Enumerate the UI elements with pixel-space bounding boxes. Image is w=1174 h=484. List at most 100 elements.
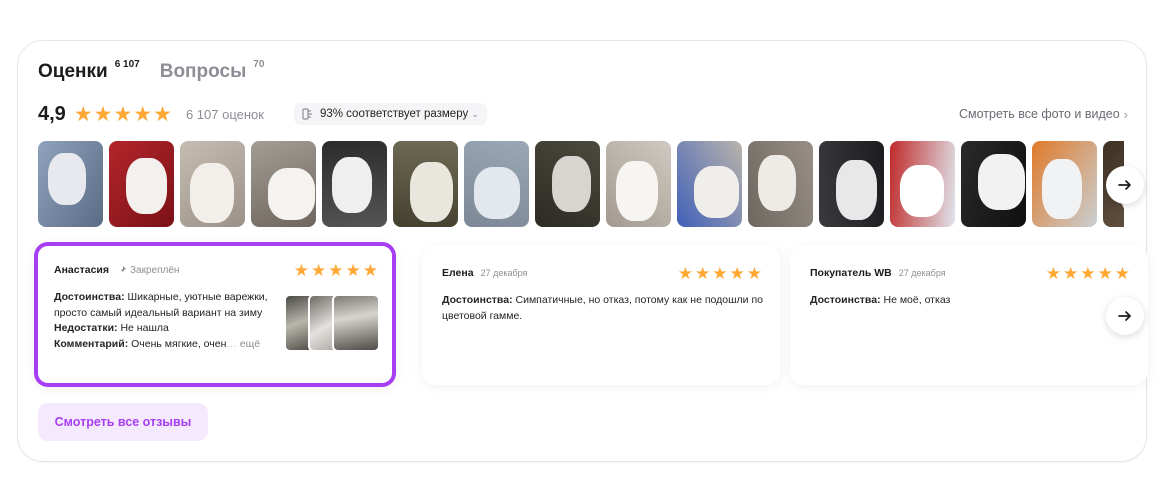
- photo-mitten-on-desk[interactable]: [535, 141, 600, 227]
- reviewer-name: Анастасия: [54, 264, 110, 276]
- comment-text: Очень мягкие, очен: [131, 337, 227, 350]
- review-date: 27 декабря: [480, 268, 528, 278]
- pros-text: Не моё, отказ: [883, 294, 951, 306]
- pinned-label: Закреплён: [130, 264, 180, 276]
- star-icon: ★: [1063, 263, 1079, 283]
- review-pros: Достоинства: Шикарные, уютные варежки, п…: [54, 290, 269, 321]
- review-header: Елена 27 декабря ★ ★ ★ ★ ★: [442, 263, 762, 283]
- photo-subject: [694, 166, 739, 218]
- review-comment: Комментарий: Очень мягкие, очен… ещё: [54, 337, 261, 350]
- review-photos-carousel: [38, 141, 1124, 227]
- star-icon: ★: [1097, 263, 1113, 283]
- review-header: Покупатель WB 27 декабря ★ ★ ★ ★ ★: [810, 263, 1130, 283]
- photo-subject: [332, 157, 372, 213]
- photo-mittens-in-package[interactable]: [1032, 141, 1097, 227]
- photo-subject: [1042, 159, 1082, 219]
- star-icon: ★: [695, 263, 711, 283]
- photo-subject: [900, 165, 944, 217]
- photo-white-mittens-red-background[interactable]: [109, 141, 174, 227]
- star-icon: ★: [712, 263, 728, 283]
- tab-questions-count: 70: [253, 59, 265, 70]
- reviews-next-button[interactable]: [1106, 297, 1144, 335]
- photo-mitten-on-carpet[interactable]: [393, 141, 458, 227]
- review-body: Достоинства: Не моё, отказ: [810, 293, 1130, 309]
- rating-count: 6 107 оценок: [185, 106, 264, 122]
- photo-subject: [758, 155, 796, 211]
- photo-mittens-pair-dark-background[interactable]: [322, 141, 387, 227]
- photo-person-in-winter[interactable]: [890, 141, 955, 227]
- photos-next-button[interactable]: [1106, 166, 1144, 204]
- read-more-link[interactable]: ещё: [240, 338, 260, 350]
- review-pros: Достоинства: Не моё, отказ: [810, 293, 1130, 309]
- rating-stars: ★ ★ ★ ★ ★: [74, 104, 172, 125]
- photo-mitten-in-snow[interactable]: [38, 141, 103, 227]
- pin-icon: [119, 266, 127, 274]
- review-card[interactable]: Анастасия Закреплён ★ ★ ★ ★ ★ Достоинств…: [34, 242, 396, 387]
- photo-subject: [552, 156, 591, 212]
- photo-subject: [268, 168, 315, 220]
- tab-questions[interactable]: Вопросы 70: [159, 59, 265, 83]
- star-icon: ★: [746, 263, 762, 283]
- star-icon: ★: [345, 260, 361, 280]
- see-all-reviews-button[interactable]: Смотреть все отзывы: [38, 403, 208, 441]
- photo-mittens-with-label[interactable]: [748, 141, 813, 227]
- star-icon: ★: [311, 260, 327, 280]
- photo-subject: [836, 160, 877, 220]
- star-icon: ★: [677, 263, 693, 283]
- photo-white-mitten-on-hand[interactable]: [606, 141, 671, 227]
- star-icon: ★: [93, 102, 113, 126]
- photo-black-and-white-mittens[interactable]: [819, 141, 884, 227]
- photo-subject: [616, 161, 658, 221]
- review-stars: ★ ★ ★ ★ ★: [1046, 265, 1130, 282]
- star-icon: ★: [293, 260, 309, 280]
- review-header: Анастасия Закреплён ★ ★ ★ ★ ★: [54, 260, 378, 280]
- star-icon: ★: [1114, 263, 1130, 283]
- photo-subject: [978, 154, 1025, 210]
- see-all-photos-label: Смотреть все фото и видео: [959, 107, 1120, 121]
- tab-ratings-count: 6 107: [114, 59, 140, 70]
- photo-subject: [474, 167, 520, 219]
- ruler-icon: [302, 108, 312, 120]
- arrow-right-icon: [1118, 180, 1131, 190]
- photo-grey-mitten-on-bed[interactable]: [464, 141, 529, 227]
- review-date: 27 декабря: [898, 268, 946, 278]
- cons-label: Недостатки:: [54, 322, 118, 334]
- reviews-widget: Оценки 6 107 Вопросы 70 4,9 ★ ★ ★ ★ ★ 6 …: [17, 40, 1148, 462]
- tab-questions-label: Вопросы: [159, 61, 247, 82]
- tab-ratings[interactable]: Оценки 6 107: [38, 59, 140, 83]
- reviews-tabs: Оценки 6 107 Вопросы 70: [38, 59, 284, 83]
- rating-value: 4,9: [38, 102, 66, 125]
- star-icon: ★: [729, 263, 745, 283]
- pros-label: Достоинства:: [810, 294, 881, 306]
- review-photo-thumb[interactable]: [332, 294, 380, 352]
- star-icon: ★: [73, 102, 93, 126]
- pros-label: Достоинства:: [442, 294, 513, 306]
- star-icon: ★: [153, 102, 172, 126]
- size-fit-dropdown[interactable]: 93% соответствует размеру ⌄: [293, 103, 487, 125]
- review-card[interactable]: Елена 27 декабря ★ ★ ★ ★ ★ Достоинства: …: [422, 245, 780, 385]
- size-fit-label: 93% соответствует размеру: [319, 108, 469, 120]
- photo-fluffy-mittens-closeup[interactable]: [251, 141, 316, 227]
- photo-subject: [190, 163, 234, 223]
- photo-strip: [38, 141, 1124, 227]
- reviews-carousel: Анастасия Закреплён ★ ★ ★ ★ ★ Достоинств…: [34, 242, 1148, 387]
- tab-ratings-label: Оценки: [38, 61, 108, 82]
- photo-mitten-on-dark-background[interactable]: [961, 141, 1026, 227]
- chevron-down-icon: ⌄: [471, 108, 479, 119]
- review-card[interactable]: Покупатель WB 27 декабря ★ ★ ★ ★ ★ Досто…: [790, 245, 1148, 385]
- comment-label: Комментарий:: [54, 337, 129, 350]
- review-photo-thumbs[interactable]: [284, 294, 380, 352]
- photo-subject: [126, 158, 167, 214]
- photo-mitten-with-tag[interactable]: [677, 141, 742, 227]
- star-icon: ★: [328, 260, 344, 280]
- star-icon: ★: [362, 260, 378, 280]
- review-stars: ★ ★ ★ ★ ★: [678, 265, 762, 282]
- star-icon: ★: [1045, 263, 1061, 283]
- review-pros: Достоинства: Симпатичные, но отказ, пото…: [442, 293, 772, 324]
- reviewer-name: Покупатель WB: [810, 267, 892, 279]
- arrow-right-icon: [1118, 311, 1131, 321]
- chevron-right-icon: ›: [1123, 106, 1128, 122]
- see-all-photos-link[interactable]: Смотреть все фото и видео ›: [959, 107, 1128, 122]
- photo-white-mittens-on-table[interactable]: [180, 141, 245, 227]
- cons-text: Не нашла: [120, 322, 169, 334]
